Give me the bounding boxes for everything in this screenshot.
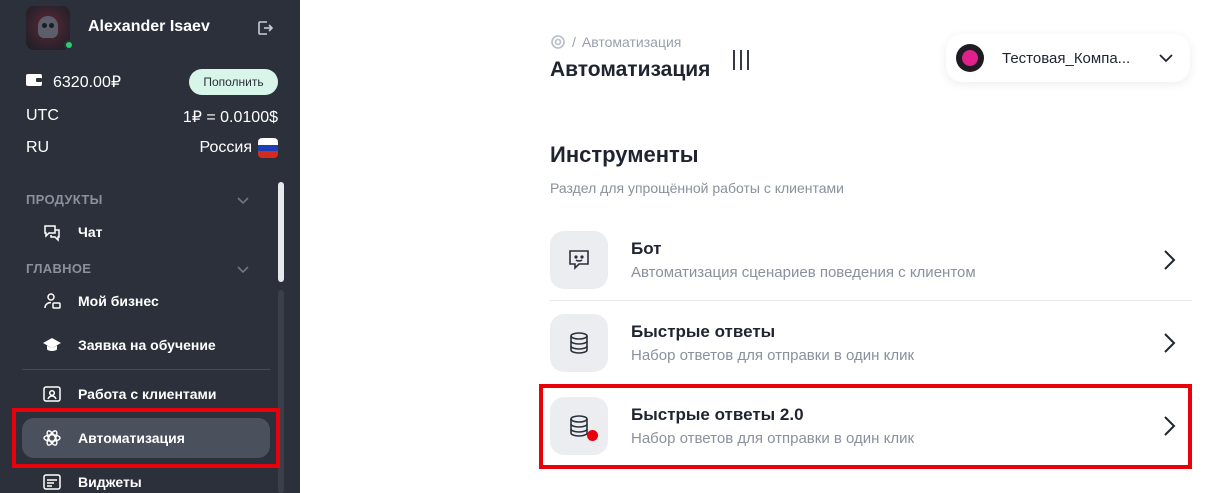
- bot-chat-icon: [550, 231, 608, 289]
- chevron-down-icon[interactable]: [236, 193, 250, 207]
- chat-icon: [44, 225, 60, 242]
- highlight-box-quick-replies-2: [539, 384, 1192, 469]
- sidebar-item-label: Работа с клиентами: [78, 386, 217, 402]
- currency-rate: 1₽ = 0.0100$: [182, 109, 278, 126]
- sidebar-item-chat[interactable]: Чат: [22, 212, 270, 252]
- sidebar-item-training[interactable]: Заявка на обучение: [22, 325, 270, 365]
- database-icon: [550, 314, 608, 372]
- breadcrumb-current: Автоматизация: [581, 34, 682, 50]
- chevron-down-icon: [1159, 54, 1173, 63]
- chevron-down-icon[interactable]: [236, 262, 250, 276]
- company-name: Тестовая_Компа...: [1002, 50, 1131, 67]
- chevron-right-icon: [1164, 250, 1176, 270]
- tool-item-bot[interactable]: Бот Автоматизация сценариев поведения с …: [550, 231, 1192, 311]
- user-business-icon: [44, 293, 61, 309]
- russia-flag-icon: [258, 138, 278, 158]
- sidebar-item-label: Виджеты: [78, 474, 142, 490]
- timezone-label: UTC: [26, 107, 59, 124]
- tool-description: Набор ответов для отправки в один клик: [631, 347, 915, 364]
- section-main-title: ГЛАВНОЕ: [26, 261, 92, 276]
- chevron-right-icon: [1164, 333, 1176, 353]
- home-logo-icon[interactable]: [550, 34, 566, 50]
- scrollbar-thumb[interactable]: [278, 182, 284, 282]
- online-status-dot: [64, 40, 74, 50]
- section-products-title: ПРОДУКТЫ: [26, 192, 103, 207]
- tools-section-title: Инструменты: [550, 142, 699, 167]
- company-selector[interactable]: Тестовая_Компа...: [946, 34, 1190, 82]
- sidebar-item-label: Заявка на обучение: [78, 337, 216, 353]
- tool-divider: [550, 300, 1192, 301]
- company-logo-icon: [956, 44, 984, 72]
- language-label[interactable]: RU: [26, 139, 49, 157]
- contact-card-icon: [43, 386, 61, 402]
- sidebar-divider: [22, 369, 270, 370]
- page-title: Автоматизация: [550, 58, 711, 81]
- tool-item-quick-replies[interactable]: Быстрые ответы Набор ответов для отправк…: [550, 314, 1192, 394]
- logout-icon[interactable]: [256, 19, 274, 37]
- graduation-cap-icon: [43, 338, 61, 351]
- vertical-bars-icon[interactable]: [731, 49, 751, 71]
- tool-name: Быстрые ответы: [631, 322, 776, 341]
- tool-description: Автоматизация сценариев поведения с клие…: [631, 264, 976, 281]
- widget-list-icon: [43, 474, 61, 490]
- breadcrumb: / Автоматизация: [550, 34, 681, 50]
- highlight-box-automation: [12, 408, 280, 468]
- user-name: Alexander Isaev: [88, 18, 210, 35]
- tool-name: Бот: [631, 239, 662, 258]
- wallet-balance: 6320.00₽: [53, 74, 122, 91]
- breadcrumb-separator: /: [572, 34, 576, 50]
- sidebar-item-label: Чат: [78, 224, 103, 240]
- topup-button[interactable]: Пополнить: [189, 69, 278, 95]
- wallet-icon: [26, 74, 42, 86]
- country-label[interactable]: Россия: [200, 139, 252, 157]
- tools-section-subtitle: Раздел для упрощённой работы с клиентами: [550, 180, 844, 196]
- sidebar-item-label: Мой бизнес: [78, 293, 159, 309]
- sidebar-item-my-business[interactable]: Мой бизнес: [22, 281, 270, 321]
